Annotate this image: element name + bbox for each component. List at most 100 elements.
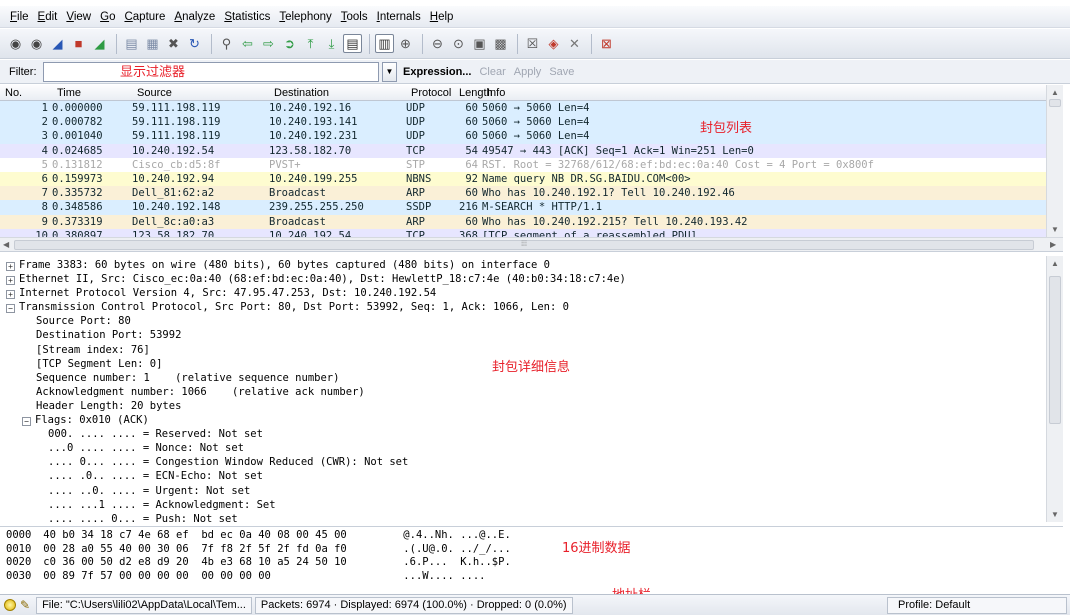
menu-help[interactable]: Help [430,11,454,23]
colorize-icon[interactable]: ▤ [343,34,362,53]
table-row[interactable]: 9 0.373319 Dell_8c:a0:a3 Broadcast ARP 60 Who … [0,214,1063,229]
menu-tools[interactable]: Tools [341,11,368,23]
scroll-up-icon[interactable]: ▲ [1047,89,1063,97]
hex-ascii[interactable]: .6.P... K.h..$P. [403,556,510,568]
expert-info-icon[interactable] [4,599,16,611]
preferences-icon[interactable]: ✕ [565,34,584,53]
find-icon[interactable]: ⚲ [217,34,236,53]
packet-list-vertical-scrollbar[interactable]: ▲ ▼ [1046,85,1063,237]
menu-file[interactable]: File [10,11,29,23]
tree-item[interactable]: + Frame 3383: 60 bytes on wire (480 bits)… [0,258,1046,272]
apply-button[interactable]: Apply [514,66,542,78]
hex-bytes[interactable]: 00 89 7f 57 00 00 00 00 00 00 00 00 [43,570,403,584]
table-row[interactable]: 2 0.000782 59.111.198.119 10.240.193.141 UDP… [0,115,1063,130]
table-row[interactable]: 1 0.000000 59.111.198.119 10.240.192.16 UDP 6… [0,101,1063,116]
capture-comment-icon[interactable]: ✎ [20,598,30,612]
restart-capture-icon[interactable]: ◢ [90,34,109,53]
column-header-destination[interactable]: Destination [269,85,406,100]
scrollbar-thumb[interactable] [1049,276,1061,424]
column-header-no[interactable]: No. [0,85,52,100]
column-header-time[interactable]: Time [52,85,132,100]
tree-item[interactable]: .... ...1 .... = Acknowledgment: Set [0,498,1046,512]
zoom-in-icon[interactable]: ⊕ [396,34,415,53]
tree-item[interactable]: Source Port: 80 [0,314,1046,328]
tree-item[interactable]: [Stream index: 76] [0,343,1046,357]
tree-item[interactable]: .... 0... .... = Congestion Window Reduc… [0,455,1046,469]
display-filters-icon[interactable]: ☒ [523,34,542,53]
hex-bytes[interactable]: 40 b0 34 18 c7 4e 68 ef bd ec 0a 40 08 0… [43,529,403,543]
expand-icon[interactable]: + [6,276,15,286]
save-file-icon[interactable]: ▦ [143,34,162,53]
tree-item[interactable]: + Ethernet II, Src: Cisco_ec:0a:40 (68:ef… [0,272,1046,286]
last-packet-icon[interactable]: ⤓ [322,34,341,53]
expression-button[interactable]: Expression... [403,66,471,78]
details-vertical-scrollbar[interactable]: ▲ ▼ [1046,256,1063,522]
column-header-info[interactable]: Info [482,85,1063,100]
scroll-right-icon[interactable]: ▶ [1050,241,1056,249]
tree-item[interactable]: .... .0.. .... = ECN-Echo: Not set [0,469,1046,483]
table-row[interactable]: 3 0.001040 59.111.198.119 10.240.192.231 UDP… [0,129,1063,144]
tree-item[interactable]: .... ..0. .... = Urgent: Not set [0,484,1046,498]
collapse-icon[interactable]: − [6,304,15,314]
tree-item[interactable]: + Internet Protocol Version 4, Src: 47.95… [0,286,1046,300]
table-row[interactable]: 10 0.380897 123.58.182.70 10.240.192.54 TCP 3… [0,228,1063,237]
autoscroll-icon[interactable]: ▥ [375,34,394,53]
hex-bytes[interactable]: 00 28 a0 55 40 00 30 06 7f f8 2f 5f 2f f… [43,543,403,557]
menu-edit[interactable]: Edit [38,11,58,23]
first-packet-icon[interactable]: ⤒ [301,34,320,53]
start-capture-icon[interactable]: ◢ [48,34,67,53]
table-row[interactable]: 7 0.335732 Dell_81:62:a2 Broadcast ARP 60 Who … [0,186,1063,201]
filter-dropdown-button[interactable]: ▼ [382,61,397,82]
resize-columns-icon[interactable]: ▣ [470,34,489,53]
menu-internals[interactable]: Internals [377,11,421,23]
go-to-packet-icon[interactable]: ➲ [280,34,299,53]
scroll-left-icon[interactable]: ◀ [3,241,9,249]
clear-button[interactable]: Clear [479,66,505,78]
column-header-length[interactable]: Length [454,85,493,100]
back-icon[interactable]: ⇦ [238,34,257,53]
column-header-source[interactable]: Source [132,85,269,100]
menu-statistics[interactable]: Statistics [224,11,270,23]
stop-capture-icon[interactable]: ■ [69,34,88,53]
tree-item[interactable]: − Transmission Control Protocol, Src Port… [0,300,1046,314]
scrollbar-thumb[interactable]: ⁞⁞⁞ [14,240,1034,250]
tree-item[interactable]: .... .... 0... = Push: Not set [0,512,1046,522]
interface-list-icon[interactable]: ◉ [6,34,25,53]
close-file-icon[interactable]: ✖ [164,34,183,53]
expand-icon[interactable]: + [6,262,15,271]
column-header-protocol[interactable]: Protocol [406,85,454,100]
tree-item[interactable]: − Flags: 0x010 (ACK) [0,413,1046,427]
reload-icon[interactable]: ↻ [185,34,204,53]
expand-icon[interactable]: + [6,290,15,300]
table-row[interactable]: 4 0.024685 10.240.192.54 123.58.182.70 TCP 54… [0,143,1063,158]
forward-icon[interactable]: ⇨ [259,34,278,53]
tree-item[interactable]: Destination Port: 53992 [0,328,1046,342]
scroll-up-icon[interactable]: ▲ [1047,260,1063,268]
table-row[interactable]: 8 0.348586 10.240.192.148 239.255.255.250 SS… [0,200,1063,215]
zoom-out-icon[interactable]: ⊖ [428,34,447,53]
scroll-down-icon[interactable]: ▼ [1047,511,1063,519]
menu-telephony[interactable]: Telephony [279,11,331,23]
packet-list-horizontal-scrollbar[interactable]: ◀ ⁞⁞⁞ ▶ [0,237,1063,252]
collapse-icon[interactable]: − [22,417,31,427]
tree-item[interactable]: Acknowledgment number: 1066 (relative ac… [0,385,1046,399]
normal-size-icon[interactable]: ⊙ [449,34,468,53]
capture-filters-icon[interactable]: ▩ [491,34,510,53]
menu-capture[interactable]: Capture [124,11,165,23]
menu-go[interactable]: Go [100,11,115,23]
open-file-icon[interactable]: ▤ [122,34,141,53]
hex-ascii[interactable]: .(.U@.0. ../_/... [403,543,510,555]
scrollbar-thumb[interactable] [1049,99,1061,107]
display-filter-input[interactable] [43,61,379,82]
tree-item[interactable]: Header Length: 20 bytes [0,399,1046,413]
scroll-down-icon[interactable]: ▼ [1047,226,1063,234]
help-icon[interactable]: ⊠ [597,34,616,53]
table-row[interactable]: 5 0.131812 Cisco_cb:d5:8f PVST+ STP 64 RST. Ro… [0,157,1063,172]
save-button[interactable]: Save [549,66,574,78]
options-icon[interactable]: ◉ [27,34,46,53]
menu-analyze[interactable]: Analyze [174,11,215,23]
hex-ascii[interactable]: @.4..Nh. ...@..E. [403,529,510,541]
menu-view[interactable]: View [66,11,91,23]
coloring-rules-icon[interactable]: ◈ [544,34,563,53]
tree-item[interactable]: 000. .... .... = Reserved: Not set [0,427,1046,441]
